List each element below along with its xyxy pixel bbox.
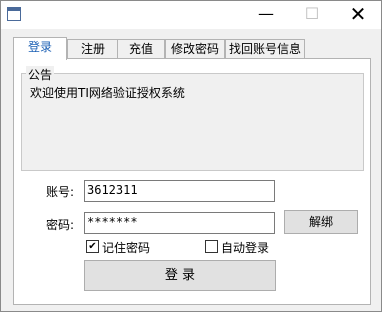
account-input[interactable]: [85, 181, 269, 199]
tab-change-password[interactable]: 修改密码: [165, 39, 225, 58]
login-panel: 公告 欢迎使用TI网络验证授权系统 账号: 密码: 解绑 ✔ 记住密码 自动登录…: [13, 58, 371, 305]
notice-text: 欢迎使用TI网络验证授权系统: [30, 86, 185, 100]
maximize-icon[interactable]: ☐: [289, 1, 335, 29]
login-button[interactable]: 登 录: [84, 260, 276, 291]
title-bar: — ☐ ✕: [1, 1, 381, 29]
remember-password-label[interactable]: 记住密码: [102, 239, 150, 256]
remember-password-checkbox[interactable]: ✔: [86, 240, 99, 253]
login-window: — ☐ ✕ 登录 注册 充值 修改密码 找回账号信息 公告 欢迎使用TI网络验证…: [0, 0, 382, 312]
password-field-box: [84, 212, 275, 234]
notice-group: 公告 欢迎使用TI网络验证授权系统: [21, 66, 364, 171]
minimize-icon[interactable]: —: [243, 1, 289, 29]
tab-recover-account[interactable]: 找回账号信息: [225, 39, 305, 58]
tab-login[interactable]: 登录: [13, 37, 67, 60]
notice-legend: 公告: [26, 66, 55, 83]
close-icon[interactable]: ✕: [335, 1, 381, 29]
account-label: 账号:: [46, 185, 75, 199]
password-label: 密码:: [46, 218, 75, 232]
password-input[interactable]: [85, 213, 269, 231]
unbind-button[interactable]: 解绑: [284, 210, 358, 234]
auto-login-label[interactable]: 自动登录: [221, 239, 269, 256]
account-field-box: [84, 180, 275, 202]
tab-recharge[interactable]: 充值: [117, 39, 165, 58]
app-icon: [7, 7, 21, 21]
tab-register[interactable]: 注册: [67, 39, 119, 58]
auto-login-checkbox[interactable]: [205, 240, 218, 253]
